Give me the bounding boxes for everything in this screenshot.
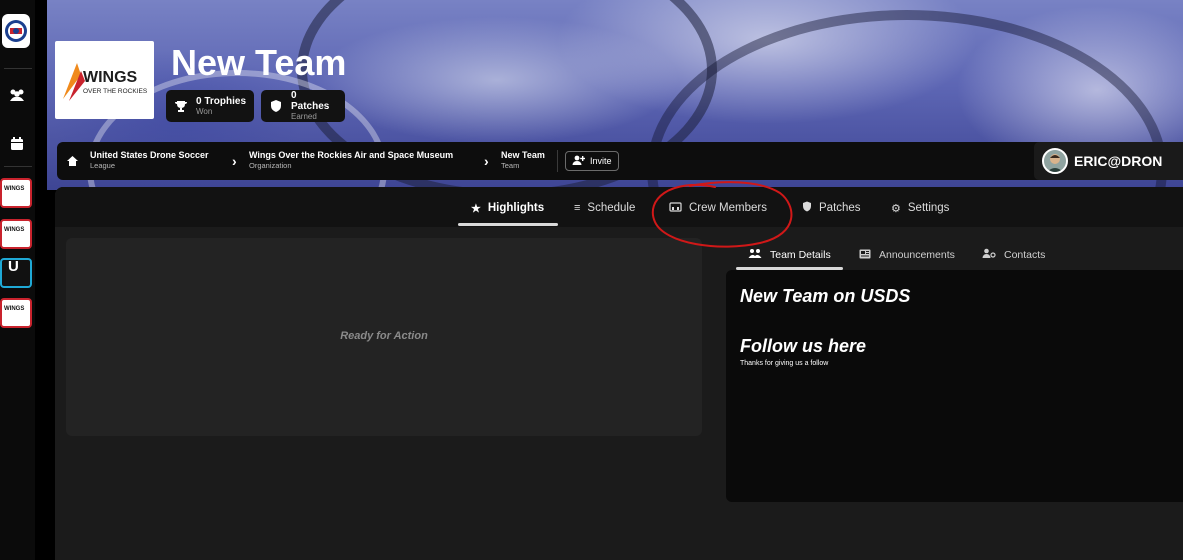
stat-caption: Won [196, 106, 213, 116]
breadcrumb: United States Drone Soccer League › Wings… [57, 142, 1183, 180]
avatar [1042, 148, 1068, 174]
stat-value: 0 Patches [291, 90, 330, 112]
calendar-icon[interactable] [8, 136, 26, 152]
breadcrumb-divider [557, 150, 558, 172]
crew-icon [669, 201, 682, 215]
star-icon: ★ [471, 202, 481, 215]
follow-heading: Follow us here [740, 336, 867, 356]
rail-divider [4, 166, 32, 167]
active-tab-indicator [458, 223, 558, 226]
contacts-icon [982, 248, 996, 262]
team-tile[interactable]: WINGS [0, 219, 32, 249]
chevron-right-icon: › [484, 153, 489, 169]
left-rail: WINGS WINGS U WINGS [0, 0, 35, 560]
invite-label: Invite [590, 156, 612, 166]
invite-button[interactable]: Invite [565, 151, 619, 171]
newspaper-icon [859, 249, 871, 262]
empty-state-text: Ready for Action [340, 330, 428, 342]
subtab-announcements[interactable]: Announcements [859, 248, 955, 262]
trophies-stat: 0 Trophies Won [166, 90, 254, 122]
rail-divider [4, 68, 32, 69]
follow-text: Thanks for giving us a follow [740, 360, 829, 367]
list-icon: ≡ [574, 202, 581, 214]
team-tile-active[interactable]: U [0, 258, 32, 288]
home-icon[interactable] [66, 154, 79, 172]
breadcrumb-organization[interactable]: Wings Over the Rockies Air and Space Mus… [249, 150, 453, 171]
league-logo[interactable] [2, 14, 30, 48]
app-frame: WINGS WINGS U WINGS WINGS OVER THE ROCKI… [0, 0, 1183, 560]
page-title: New Team [171, 42, 347, 83]
chevron-right-icon: › [232, 153, 237, 169]
team-logo: WINGS OVER THE ROCKIES [55, 41, 154, 119]
breadcrumb-team[interactable]: New Team Team [501, 150, 545, 171]
stat-value: 0 Trophies [196, 95, 247, 107]
tab-settings[interactable]: ⚙ Settings [891, 200, 949, 216]
subtab-team-details[interactable]: Team Details [748, 248, 831, 262]
logo-tagline: OVER THE ROCKIES [83, 88, 148, 95]
tab-crew-members[interactable]: Crew Members [669, 200, 767, 216]
tab-patches[interactable]: Patches [802, 200, 861, 216]
users-icon[interactable] [8, 87, 26, 103]
patches-stat: 0 Patches Earned [261, 90, 345, 122]
team-tile[interactable]: WINGS [0, 178, 32, 208]
tab-highlights[interactable]: ★ Highlights [471, 200, 544, 216]
team-tile[interactable]: WINGS [0, 298, 32, 328]
gear-icon: ⚙ [891, 202, 901, 215]
tab-schedule[interactable]: ≡ Schedule [574, 200, 635, 216]
shield-icon [802, 201, 812, 215]
shield-icon [269, 99, 283, 113]
user-name: ERIC@DRON [1074, 153, 1163, 169]
team-icon [748, 248, 762, 262]
details-heading: New Team on USDS [740, 286, 911, 306]
trophy-icon [174, 99, 188, 113]
add-user-icon [572, 155, 586, 167]
breadcrumb-league[interactable]: United States Drone Soccer League [90, 150, 209, 171]
logo-brand: WINGS [83, 69, 138, 86]
stat-caption: Earned [291, 112, 317, 121]
user-menu[interactable]: ERIC@DRON [1034, 142, 1183, 180]
subtab-contacts[interactable]: Contacts [982, 248, 1045, 262]
